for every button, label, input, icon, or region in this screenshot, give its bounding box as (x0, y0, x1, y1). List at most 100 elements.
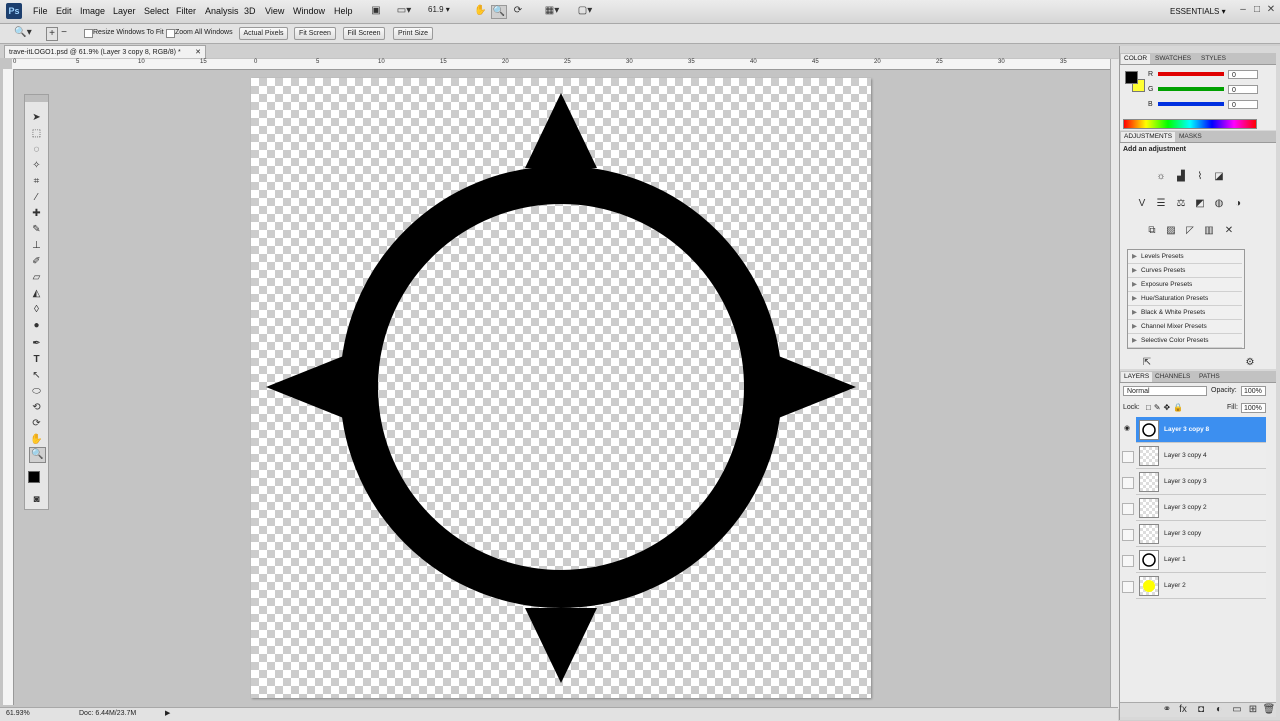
layer-row[interactable]: Layer 1 (1136, 547, 1266, 573)
channel-b-input[interactable]: 0 (1228, 100, 1258, 109)
visibility-toggle[interactable] (1122, 581, 1134, 593)
new-group-icon[interactable]: ▭ (1230, 703, 1244, 716)
visibility-toggle[interactable] (1122, 451, 1134, 463)
foreground-color-chip[interactable] (1125, 71, 1138, 84)
photo-filter-icon[interactable]: ◍ (1212, 197, 1226, 210)
quick-mask-icon[interactable]: ◙ (29, 493, 44, 507)
visibility-toggle[interactable] (1122, 555, 1134, 567)
selective-color-icon[interactable]: ✕ (1222, 224, 1236, 237)
menu-analysis[interactable]: Analysis (205, 6, 239, 16)
eyedropper-tool-icon[interactable]: ⁄ (29, 191, 44, 205)
color-spectrum-bar[interactable] (1123, 119, 1257, 129)
hue-saturation-icon[interactable]: ☰ (1154, 197, 1168, 210)
layer-row[interactable]: Layer 2 (1136, 573, 1266, 599)
zoom-all-windows-checkbox[interactable] (166, 29, 175, 38)
eraser-tool-icon[interactable]: ▱ (29, 271, 44, 285)
zoom-preset-icon[interactable]: 🔍▾ (12, 27, 34, 39)
screen-mode-menu-icon[interactable]: ▢▾ (571, 5, 599, 17)
bridge-icon[interactable]: ▣ (370, 5, 382, 17)
posterize-icon[interactable]: ▨ (1164, 224, 1178, 237)
menu-filter[interactable]: Filter (176, 6, 196, 16)
blur-tool-icon[interactable]: ◊ (29, 303, 44, 317)
ruler-left[interactable] (3, 69, 14, 705)
workspace-switcher[interactable]: ESSENTIALS ▾ (1170, 7, 1226, 16)
threshold-icon[interactable]: ◸ (1183, 224, 1197, 237)
brightness-contrast-icon[interactable]: ☼ (1154, 170, 1168, 183)
pen-tool-icon[interactable]: ✒ (29, 337, 44, 351)
type-tool-icon[interactable]: T (29, 353, 44, 367)
preset-exposure[interactable]: ▶ Exposure Presets (1128, 278, 1242, 292)
screen-mode-icon[interactable]: ▭▾ (393, 5, 415, 17)
tab-masks[interactable]: MASKS (1176, 132, 1205, 142)
add-mask-icon[interactable]: ◘ (1194, 703, 1208, 716)
channel-r-slider[interactable] (1158, 72, 1224, 76)
channel-mixer-icon[interactable]: ◑ (1231, 197, 1245, 210)
gradient-map-icon[interactable]: ▥ (1202, 224, 1216, 237)
layer-row[interactable]: Layer 3 copy 8 (1136, 417, 1266, 443)
color-balance-icon[interactable]: ⚖ (1174, 197, 1188, 210)
menu-window[interactable]: Window (293, 6, 325, 16)
preset-channel-mixer[interactable]: ▶ Channel Mixer Presets (1128, 320, 1242, 334)
crop-tool-icon[interactable]: ⌗ (29, 175, 44, 189)
tab-swatches[interactable]: SWATCHES (1152, 54, 1194, 64)
brush-tool-icon[interactable]: ✎ (29, 223, 44, 237)
dodge-tool-icon[interactable]: ● (29, 319, 44, 333)
3d-rotate-tool-icon[interactable]: ⟲ (29, 401, 44, 415)
maximize-icon[interactable]: □ (1250, 4, 1264, 16)
link-layers-icon[interactable]: ⚭ (1160, 703, 1174, 716)
magic-wand-tool-icon[interactable]: ✧ (29, 159, 44, 173)
preset-hue-saturation[interactable]: ▶ Hue/Saturation Presets (1128, 292, 1242, 306)
invert-icon[interactable]: ⧉ (1145, 224, 1159, 237)
menu-select[interactable]: Select (144, 6, 169, 16)
healing-brush-tool-icon[interactable]: ✚ (29, 207, 44, 221)
minimize-icon[interactable]: – (1236, 4, 1250, 16)
close-icon[interactable]: ✕ (1264, 4, 1278, 16)
lasso-tool-icon[interactable]: ◌ (29, 143, 44, 157)
hand-tool-icon[interactable]: ✋ (474, 5, 486, 17)
eye-icon[interactable]: ◉ (1122, 424, 1132, 434)
actual-pixels-button[interactable]: Actual Pixels (239, 27, 288, 40)
resize-windows-checkbox[interactable] (84, 29, 93, 38)
layer-row[interactable]: Layer 3 copy 2 (1136, 495, 1266, 521)
curves-icon[interactable]: ⌇ (1193, 170, 1207, 183)
tab-paths[interactable]: PATHS (1196, 372, 1223, 382)
paint-bucket-tool-icon[interactable]: ◭ (29, 287, 44, 301)
layer-row[interactable]: Layer 3 copy 3 (1136, 469, 1266, 495)
shape-tool-icon[interactable]: ⬭ (29, 385, 44, 399)
visibility-toggle[interactable] (1122, 503, 1134, 515)
vertical-scrollbar[interactable] (1110, 59, 1119, 709)
arrange-documents-icon[interactable]: ▦▾ (540, 5, 564, 17)
status-zoom[interactable]: 61.93% (6, 708, 30, 720)
menu-edit[interactable]: Edit (56, 6, 72, 16)
channel-g-slider[interactable] (1158, 87, 1224, 91)
menu-3d[interactable]: 3D (244, 6, 256, 16)
channel-g-input[interactable]: 0 (1228, 85, 1258, 94)
document-tab[interactable]: trave-itLOGO1.psd @ 61.9% (Layer 3 copy … (4, 45, 206, 58)
menu-file[interactable]: File (33, 6, 48, 16)
menu-layer[interactable]: Layer (113, 6, 136, 16)
path-selection-tool-icon[interactable]: ↖ (29, 369, 44, 383)
zoom-in-icon[interactable]: + (46, 27, 58, 41)
blend-mode-select[interactable]: Normal (1123, 386, 1207, 396)
menu-view[interactable]: View (265, 6, 284, 16)
black-white-icon[interactable]: ◩ (1193, 197, 1207, 210)
hand-tool-icon[interactable]: ✋ (29, 433, 44, 447)
clone-stamp-tool-icon[interactable]: ⊥ (29, 239, 44, 253)
channel-b-slider[interactable] (1158, 102, 1224, 106)
layer-style-icon[interactable]: fx (1176, 703, 1190, 716)
status-arrow-icon[interactable]: ▶ (165, 708, 170, 720)
fill-input[interactable]: 100% (1241, 403, 1266, 413)
print-size-button[interactable]: Print Size (393, 27, 433, 40)
zoom-tool-icon[interactable]: 🔍 (491, 5, 507, 19)
new-layer-icon[interactable]: ⊞ (1246, 703, 1260, 716)
3d-orbit-tool-icon[interactable]: ⟳ (29, 417, 44, 431)
channel-r-input[interactable]: 0 (1228, 70, 1258, 79)
return-to-list-icon[interactable]: ⇱ (1140, 356, 1154, 369)
visibility-toggle[interactable] (1122, 477, 1134, 489)
levels-icon[interactable]: ▟ (1174, 170, 1188, 183)
document-canvas[interactable] (251, 78, 871, 698)
menu-help[interactable]: Help (334, 6, 353, 16)
fill-screen-button[interactable]: Fill Screen (343, 27, 385, 40)
close-document-icon[interactable]: ✕ (195, 46, 201, 59)
move-tool-icon[interactable]: ➤ (29, 111, 44, 125)
